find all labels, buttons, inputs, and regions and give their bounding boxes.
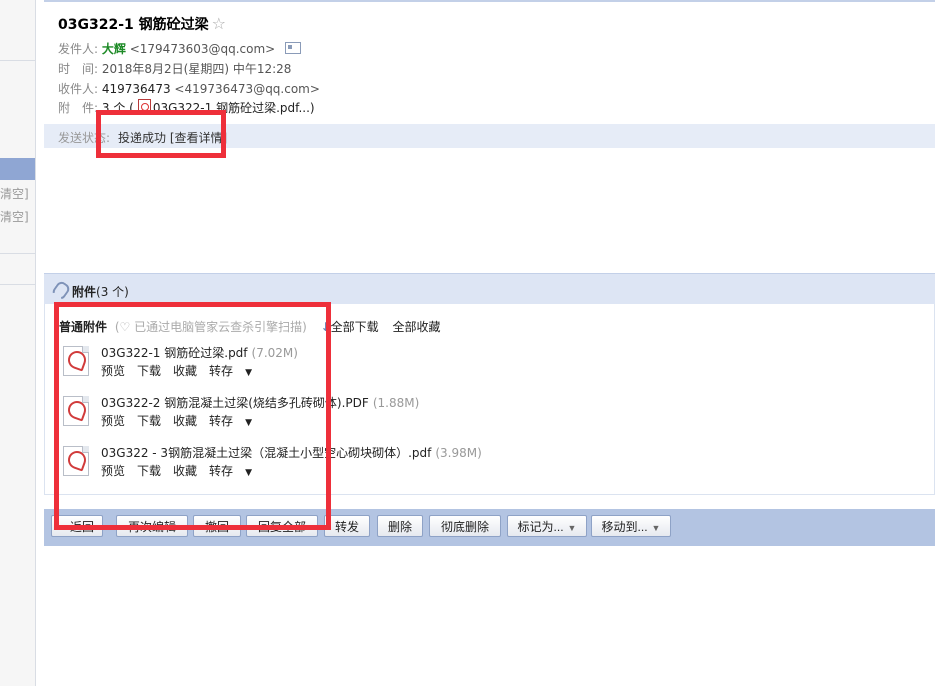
caret-down-icon: ▼ xyxy=(651,523,661,533)
re-edit-button[interactable]: 再次编辑 xyxy=(116,515,188,537)
action-toolbar: « 返回 再次编辑 撤回 回复全部 转发 删除 彻底删除 标记为... ▼ 移动到… xyxy=(44,509,935,546)
attachments-toolbar: 普通附件 (♡ 已通过电脑管家云查杀引擎扫描) ↓全部下载 全部收藏 xyxy=(59,318,441,335)
save-to-label: 转存 xyxy=(209,464,234,478)
download-link[interactable]: 下载 xyxy=(137,414,161,428)
download-all-link[interactable]: ↓全部下载 xyxy=(321,320,379,334)
recipient-address: <419736473@qq.com> xyxy=(174,82,320,96)
save-to-dropdown[interactable]: 转存 ▼ xyxy=(209,414,264,428)
forward-button[interactable]: 转发 xyxy=(324,515,370,537)
caret-down-icon: ▼ xyxy=(567,523,577,533)
attachment-actions: 预览 下载 收藏 转存 ▼ xyxy=(101,462,276,479)
attachment-filename: 03G322-2 钢筋混凝土过梁(烧结多孔砖砌体).PDF xyxy=(101,396,369,410)
move-to-dropdown[interactable]: 移动到... ▼ xyxy=(591,515,671,537)
save-to-label: 转存 xyxy=(209,364,234,378)
time-label: 时 间: xyxy=(58,62,99,76)
time-value: 2018年8月2日(星期四) 中午12:28 xyxy=(101,62,292,76)
sidebar-clear-link[interactable]: 清空] xyxy=(0,208,29,225)
caret-down-icon: ▼ xyxy=(245,368,252,378)
send-status-value[interactable]: 投递成功 [查看详情] xyxy=(118,129,227,146)
download-link[interactable]: 下载 xyxy=(137,364,161,378)
attachment-item: 03G322-2 钢筋混凝土过梁(烧结多孔砖砌体).PDF (1.88M) 预览下… xyxy=(63,394,923,434)
send-status-label: 发送状态: xyxy=(58,131,111,145)
caret-down-icon: ▼ xyxy=(245,468,252,478)
from-row: 发件人: 大辉 <179473603@qq.com> xyxy=(58,40,302,57)
sidebar-clear-link[interactable]: 清空] xyxy=(0,185,29,202)
attachment-actions: 预览 下载 收藏 转存 ▼ xyxy=(101,412,276,429)
attachments-title-text: 附件 xyxy=(72,285,97,299)
attachments-title: 附件(3 个) xyxy=(72,283,129,300)
attachment-label: 附 件: xyxy=(58,101,99,115)
favorite-link[interactable]: 收藏 xyxy=(173,464,197,478)
delete-button[interactable]: 删除 xyxy=(377,515,423,537)
favorite-link[interactable]: 收藏 xyxy=(173,414,197,428)
sidebar-divider xyxy=(0,284,35,285)
preview-link[interactable]: 预览 xyxy=(101,464,125,478)
attachments-panel: 普通附件 (♡ 已通过电脑管家云查杀引擎扫描) ↓全部下载 全部收藏 03G32… xyxy=(44,304,935,495)
attachment-name[interactable]: 03G322-1 钢筋砼过梁.pdf (7.02M) xyxy=(101,344,298,361)
star-icon[interactable]: ☆ xyxy=(212,14,226,33)
pdf-file-icon[interactable] xyxy=(63,446,89,476)
save-all-link[interactable]: 全部收藏 xyxy=(393,320,441,334)
sidebar-selected-item[interactable] xyxy=(0,158,35,180)
send-status-bar: 发送状态: 投递成功 [查看详情] xyxy=(44,124,935,148)
attachment-filename: 03G322-1 钢筋砼过梁.pdf xyxy=(101,346,248,360)
attachment-size: (1.88M) xyxy=(372,396,420,410)
preview-link[interactable]: 预览 xyxy=(101,364,125,378)
mark-as-dropdown[interactable]: 标记为... ▼ xyxy=(507,515,587,537)
left-sidebar: 清空] 清空] xyxy=(0,0,36,686)
subject-text: 03G322-1 钢筋砼过梁 xyxy=(58,17,209,33)
preview-link[interactable]: 预览 xyxy=(101,414,125,428)
move-to-label: 移动到... xyxy=(601,520,648,534)
email-header: 03G322-1 钢筋砼过梁 ☆ 发件人: 大辉 <179473603@qq.co… xyxy=(44,0,935,148)
sender-address: <179473603@qq.com> xyxy=(129,42,276,56)
sidebar-divider xyxy=(0,60,35,61)
normal-attachments-label: 普通附件 xyxy=(59,320,108,334)
contact-card-icon[interactable] xyxy=(285,42,302,54)
attachment-actions: 预览 下载 收藏 转存 ▼ xyxy=(101,362,276,379)
recipient-name[interactable]: 419736473 xyxy=(102,82,171,96)
virus-scan-note: (♡ 已通过电脑管家云查杀引擎扫描) xyxy=(114,320,307,334)
recall-button[interactable]: 撤回 xyxy=(193,515,241,537)
download-arrow-icon: ↓ xyxy=(320,320,331,334)
favorite-link[interactable]: 收藏 xyxy=(173,364,197,378)
attachment-item: 03G322-1 钢筋砼过梁.pdf (7.02M) 预览 下载 收藏 转存 ▼ xyxy=(63,344,923,384)
save-to-dropdown[interactable]: 转存 ▼ xyxy=(209,464,264,478)
pdf-file-icon[interactable] xyxy=(63,396,89,426)
attachment-summary-link[interactable]: 03G322-1 钢筋砼过梁.pdf...) xyxy=(153,101,315,115)
download-link[interactable]: 下载 xyxy=(137,464,161,478)
reply-all-button[interactable]: 回复全部 xyxy=(246,515,318,537)
attachment-name[interactable]: 03G322 - 3钢筋混凝土过梁（混凝土小型空心砌块砌体）.pdf (3.98M… xyxy=(101,444,482,461)
attachments-count: (3 个) xyxy=(96,285,129,299)
attachment-item: 03G322 - 3钢筋混凝土过梁（混凝土小型空心砌块砌体）.pdf (3.98M… xyxy=(63,444,923,484)
paperclip-icon xyxy=(50,279,72,302)
back-button[interactable]: « 返回 xyxy=(51,515,103,537)
attachment-count: 3 个 ( xyxy=(101,101,134,115)
sender-name[interactable]: 大辉 xyxy=(102,42,126,56)
attachment-filename: 03G322 - 3钢筋混凝土过梁（混凝土小型空心砌块砌体）.pdf xyxy=(101,446,432,460)
pdf-file-icon[interactable] xyxy=(63,346,89,376)
save-to-label: 转存 xyxy=(209,414,234,428)
to-label: 收件人: xyxy=(58,82,99,96)
attachment-name[interactable]: 03G322-2 钢筋混凝土过梁(烧结多孔砖砌体).PDF (1.88M) xyxy=(101,394,419,411)
pdf-icon xyxy=(137,99,151,114)
attachment-size: (3.98M) xyxy=(435,446,482,460)
attachments-header: 附件(3 个) xyxy=(44,273,935,304)
time-row: 时 间: 2018年8月2日(星期四) 中午12:28 xyxy=(58,60,291,77)
download-all-label: 全部下载 xyxy=(330,320,379,334)
caret-down-icon: ▼ xyxy=(245,418,252,428)
email-subject: 03G322-1 钢筋砼过梁 ☆ xyxy=(58,14,226,34)
delete-forever-button[interactable]: 彻底删除 xyxy=(429,515,501,537)
to-row: 收件人: 419736473 <419736473@qq.com> xyxy=(58,80,320,97)
attachment-size: (7.02M) xyxy=(251,346,298,360)
save-to-dropdown[interactable]: 转存 ▼ xyxy=(209,364,264,378)
email-view: 03G322-1 钢筋砼过梁 ☆ 发件人: 大辉 <179473603@qq.co… xyxy=(44,0,935,686)
from-label: 发件人: xyxy=(58,42,99,56)
sidebar-divider xyxy=(0,253,35,254)
mark-as-label: 标记为... xyxy=(517,520,564,534)
attachment-row: 附 件: 3 个 ( 03G322-1 钢筋砼过梁.pdf...) xyxy=(58,99,315,116)
